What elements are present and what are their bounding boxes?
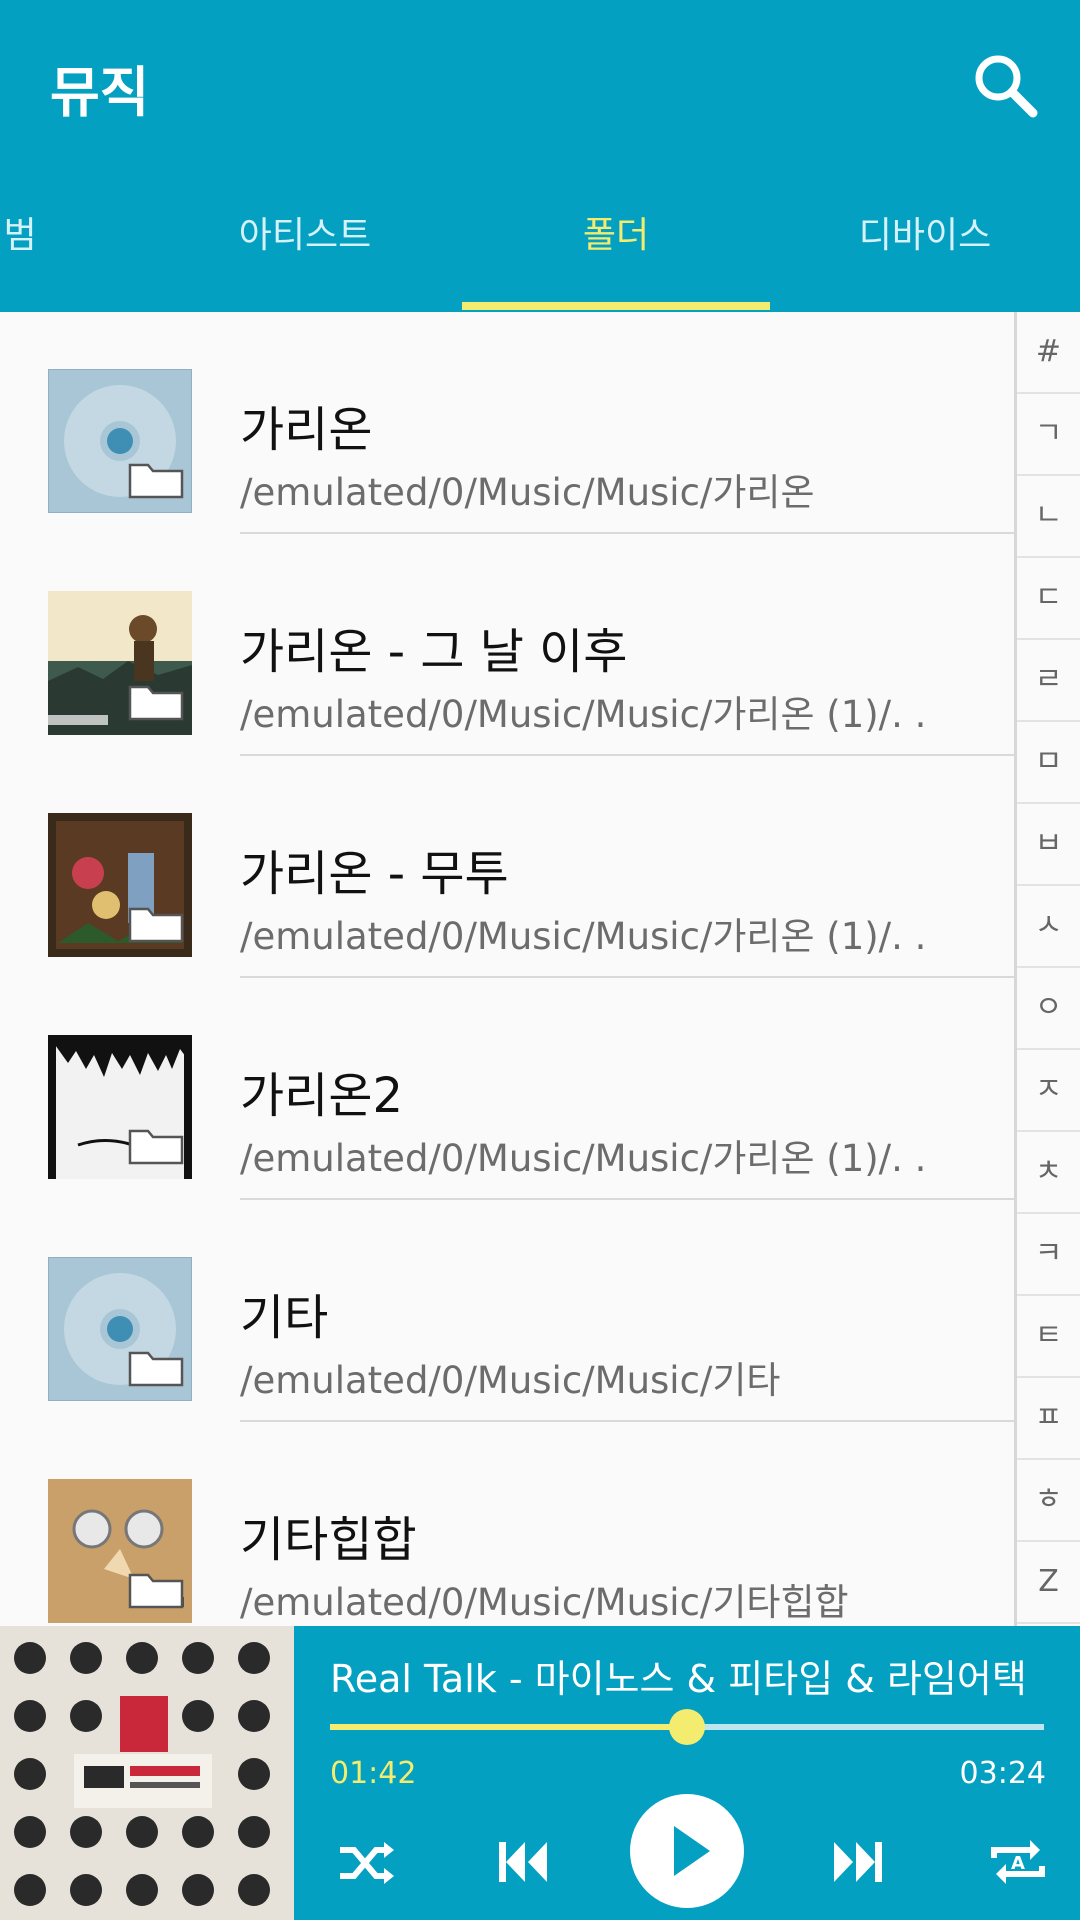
shuffle-icon bbox=[340, 1842, 394, 1884]
next-button[interactable] bbox=[818, 1822, 898, 1902]
folder-thumbnail bbox=[48, 1257, 192, 1401]
folder-path: /emulated/0/Music/Music/기타 bbox=[240, 1359, 781, 1402]
index-item[interactable]: ㅊ bbox=[1017, 1132, 1080, 1214]
tab-folder[interactable]: 폴더 bbox=[462, 200, 770, 312]
category-tabs: 범 아티스트 폴더 디바이스 bbox=[0, 200, 1080, 312]
index-item[interactable]: ㄱ bbox=[1017, 394, 1080, 476]
list-item[interactable]: 가리온2 /emulated/0/Music/Music/가리온 (1)/. . bbox=[0, 978, 1014, 1200]
index-item[interactable]: ㄹ bbox=[1017, 640, 1080, 722]
search-button[interactable] bbox=[970, 50, 1040, 120]
folder-path: /emulated/0/Music/Music/가리온 bbox=[240, 471, 815, 514]
folder-title: 가리온 - 무투 bbox=[240, 846, 509, 902]
index-item[interactable]: ㅈ bbox=[1017, 1050, 1080, 1132]
folder-icon bbox=[128, 1129, 184, 1165]
play-button[interactable] bbox=[630, 1794, 744, 1908]
folder-title: 가리온2 bbox=[240, 1068, 404, 1124]
folder-icon bbox=[128, 685, 184, 721]
alphabet-index-bar[interactable]: # ㄱ ㄴ ㄷ ㄹ ㅁ ㅂ ㅅ ㅇ ㅈ ㅊ ㅋ ㅌ ㅍ ㅎ Z bbox=[1014, 312, 1080, 1626]
index-item[interactable]: ㅎ bbox=[1017, 1460, 1080, 1542]
app-bar: 뮤직 범 아티스트 폴더 디바이스 bbox=[0, 0, 1080, 312]
folder-list[interactable]: 가리온 /emulated/0/Music/Music/가리온 가리온 - 그 … bbox=[0, 312, 1014, 1626]
elapsed-time: 01:42 bbox=[330, 1756, 417, 1791]
folder-icon bbox=[128, 463, 184, 499]
folder-icon bbox=[128, 907, 184, 943]
app-title: 뮤직 bbox=[50, 61, 150, 124]
index-item[interactable]: Z bbox=[1017, 1542, 1080, 1624]
list-item[interactable]: 가리온 - 무투 /emulated/0/Music/Music/가리온 (1)… bbox=[0, 756, 1014, 978]
total-time: 03:24 bbox=[959, 1756, 1046, 1791]
index-item[interactable]: ㅍ bbox=[1017, 1378, 1080, 1460]
folder-icon bbox=[128, 1351, 184, 1387]
now-playing-album-art[interactable] bbox=[0, 1626, 294, 1920]
album-art-image bbox=[0, 1626, 294, 1920]
index-item[interactable]: ㅅ bbox=[1017, 886, 1080, 968]
play-icon bbox=[674, 1826, 710, 1876]
folder-icon bbox=[128, 1573, 184, 1609]
folder-title: 가리온 - 그 날 이후 bbox=[240, 624, 628, 680]
index-item[interactable]: ㅂ bbox=[1017, 804, 1080, 886]
skip-previous-icon bbox=[499, 1842, 547, 1882]
mini-player: Real Talk - 마이노스 & 피타입 & 라임어택 01:42 03:2… bbox=[0, 1626, 1080, 1920]
folder-thumbnail bbox=[48, 813, 192, 957]
tab-device[interactable]: 디바이스 bbox=[800, 200, 1050, 312]
folder-path: /emulated/0/Music/Music/가리온 (1)/. . bbox=[240, 693, 927, 736]
index-item[interactable]: # bbox=[1017, 312, 1080, 394]
svg-text:A: A bbox=[1011, 1853, 1025, 1874]
repeat-button[interactable]: A bbox=[978, 1822, 1058, 1902]
active-tab-indicator bbox=[462, 302, 770, 310]
folder-thumbnail bbox=[48, 1479, 192, 1623]
tab-artist[interactable]: 아티스트 bbox=[180, 200, 430, 312]
seek-bar[interactable] bbox=[330, 1709, 1044, 1745]
repeat-icon: A bbox=[991, 1840, 1045, 1884]
list-item[interactable]: 가리온 /emulated/0/Music/Music/가리온 bbox=[0, 312, 1014, 534]
previous-button[interactable] bbox=[483, 1822, 563, 1902]
shuffle-button[interactable] bbox=[326, 1822, 406, 1902]
index-item[interactable]: ㅋ bbox=[1017, 1214, 1080, 1296]
index-item[interactable]: ㅇ bbox=[1017, 968, 1080, 1050]
skip-next-icon bbox=[834, 1842, 882, 1882]
list-item[interactable]: 기타힙합 /emulated/0/Music/Music/기타힙합 bbox=[0, 1422, 1014, 1626]
list-item[interactable]: 기타 /emulated/0/Music/Music/기타 bbox=[0, 1200, 1014, 1422]
folder-thumbnail bbox=[48, 591, 192, 735]
index-item[interactable]: ㅌ bbox=[1017, 1296, 1080, 1378]
index-item[interactable]: ㅁ bbox=[1017, 722, 1080, 804]
seek-bar-progress bbox=[330, 1724, 687, 1730]
seek-bar-thumb[interactable] bbox=[669, 1709, 705, 1745]
folder-path: /emulated/0/Music/Music/기타힙합 bbox=[240, 1581, 849, 1624]
folder-title: 기타 bbox=[240, 1290, 329, 1346]
list-item[interactable]: 가리온 - 그 날 이후 /emulated/0/Music/Music/가리온… bbox=[0, 534, 1014, 756]
tab-album[interactable]: 범 bbox=[0, 200, 50, 312]
index-item[interactable]: ㄴ bbox=[1017, 476, 1080, 558]
now-playing-title[interactable]: Real Talk - 마이노스 & 피타입 & 라임어택 bbox=[330, 1648, 1050, 1703]
index-item[interactable]: ㄷ bbox=[1017, 558, 1080, 640]
folder-title: 가리온 bbox=[240, 402, 373, 458]
folder-title: 기타힙합 bbox=[240, 1512, 417, 1568]
folder-thumbnail bbox=[48, 1035, 192, 1179]
folder-path: /emulated/0/Music/Music/가리온 (1)/. . bbox=[240, 915, 927, 958]
folder-path: /emulated/0/Music/Music/가리온 (1)/. . bbox=[240, 1137, 927, 1180]
search-icon bbox=[975, 55, 1038, 118]
folder-thumbnail bbox=[48, 369, 192, 513]
